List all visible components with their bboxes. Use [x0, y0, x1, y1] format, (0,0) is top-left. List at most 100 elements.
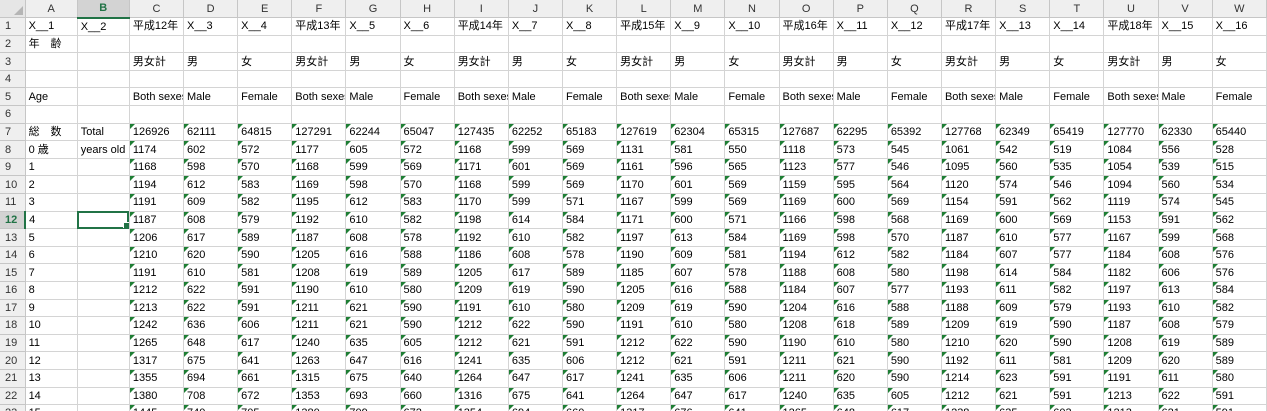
cell-q14[interactable]: 582 [887, 246, 942, 265]
cell-w7[interactable]: 65440 [1212, 123, 1267, 142]
cell-c17[interactable]: 1213 [129, 299, 184, 318]
cell-v4[interactable] [1158, 70, 1213, 89]
cell-w4[interactable] [1212, 70, 1267, 89]
cell-q11[interactable]: 569 [887, 193, 942, 212]
cell-j23[interactable]: 694 [508, 404, 563, 411]
cell-s11[interactable]: 591 [995, 193, 1051, 212]
cell-r3[interactable]: 男女計 [941, 52, 997, 71]
cell-k15[interactable]: 589 [562, 263, 618, 282]
cell-f14[interactable]: 1205 [291, 246, 347, 265]
cell-s20[interactable]: 611 [995, 351, 1051, 370]
column-header-i[interactable]: I [454, 0, 509, 19]
cell-d10[interactable]: 612 [183, 175, 239, 195]
column-header-k[interactable]: K [562, 0, 618, 19]
cell-d4[interactable] [183, 70, 239, 89]
cell-n18[interactable]: 580 [724, 316, 780, 335]
cell-m1[interactable]: X__9 [670, 17, 726, 36]
cell-t6[interactable] [1049, 105, 1105, 124]
cell-w11[interactable]: 545 [1212, 193, 1267, 212]
cell-b17[interactable] [77, 299, 130, 318]
cell-d17[interactable]: 622 [183, 299, 239, 318]
cell-k13[interactable]: 582 [562, 228, 618, 247]
cell-b6[interactable] [77, 105, 130, 124]
cell-b23[interactable] [77, 404, 130, 411]
cell-e10[interactable]: 583 [237, 175, 293, 195]
cell-d16[interactable]: 622 [183, 281, 239, 300]
row-header-10[interactable]: 10 [0, 175, 26, 195]
cell-e5[interactable]: Female [237, 87, 293, 107]
cell-b18[interactable] [77, 316, 130, 335]
cell-w17[interactable]: 582 [1212, 299, 1267, 318]
column-header-h[interactable]: H [400, 0, 455, 19]
cell-u10[interactable]: 1094 [1103, 175, 1159, 195]
cell-u23[interactable]: 1213 [1103, 404, 1159, 411]
cell-n17[interactable]: 590 [724, 299, 780, 318]
cell-i10[interactable]: 1168 [454, 175, 509, 195]
cell-h22[interactable]: 660 [400, 387, 455, 406]
column-header-t[interactable]: T [1049, 0, 1105, 19]
cell-l5[interactable]: Both sexes [616, 87, 672, 107]
row-header-11[interactable]: 11 [0, 193, 26, 212]
cell-k19[interactable]: 591 [562, 334, 618, 353]
cell-s10[interactable]: 574 [995, 175, 1051, 195]
cell-t17[interactable]: 579 [1049, 299, 1105, 318]
cell-h17[interactable]: 590 [400, 299, 455, 318]
row-header-4[interactable]: 4 [0, 70, 26, 89]
cell-t3[interactable]: 女 [1049, 52, 1105, 71]
cell-s15[interactable]: 614 [995, 263, 1051, 282]
cell-e22[interactable]: 672 [237, 387, 293, 406]
cell-m22[interactable]: 647 [670, 387, 726, 406]
cell-q12[interactable]: 568 [887, 211, 942, 230]
cell-g1[interactable]: X__5 [345, 17, 401, 36]
cell-c19[interactable]: 1265 [129, 334, 184, 353]
cell-h14[interactable]: 588 [400, 246, 455, 265]
cell-g2[interactable] [345, 35, 401, 54]
cell-k16[interactable]: 590 [562, 281, 618, 300]
cell-t11[interactable]: 562 [1049, 193, 1105, 212]
cell-m10[interactable]: 601 [670, 175, 726, 195]
cell-f5[interactable]: Both sexes [291, 87, 347, 107]
cell-s18[interactable]: 619 [995, 316, 1051, 335]
cell-r7[interactable]: 127768 [941, 123, 997, 142]
cell-l2[interactable] [616, 35, 672, 54]
cell-k14[interactable]: 578 [562, 246, 618, 265]
cell-w18[interactable]: 579 [1212, 316, 1267, 335]
cell-k11[interactable]: 571 [562, 193, 618, 212]
cell-g23[interactable]: 709 [345, 404, 401, 411]
cell-f2[interactable] [291, 35, 347, 54]
cell-f13[interactable]: 1187 [291, 228, 347, 247]
cell-d21[interactable]: 694 [183, 369, 239, 388]
cell-o21[interactable]: 1211 [779, 369, 834, 388]
cell-u1[interactable]: 平成18年 [1103, 17, 1159, 36]
cell-g10[interactable]: 598 [345, 175, 401, 195]
cell-u14[interactable]: 1184 [1103, 246, 1159, 265]
cell-e2[interactable] [237, 35, 293, 54]
cell-f1[interactable]: 平成13年 [291, 17, 347, 36]
cell-u3[interactable]: 男女計 [1103, 52, 1159, 71]
cell-e6[interactable] [237, 105, 293, 124]
cell-p23[interactable]: 648 [833, 404, 888, 411]
cell-a9[interactable]: 1 [25, 158, 78, 177]
cell-s6[interactable] [995, 105, 1051, 124]
cell-u6[interactable] [1103, 105, 1159, 124]
cell-h11[interactable]: 583 [400, 193, 455, 212]
cell-d19[interactable]: 648 [183, 334, 239, 353]
cell-o16[interactable]: 1184 [779, 281, 834, 300]
cell-r22[interactable]: 1212 [941, 387, 997, 406]
cell-r11[interactable]: 1154 [941, 193, 997, 212]
cell-w19[interactable]: 589 [1212, 334, 1267, 353]
cell-s14[interactable]: 607 [995, 246, 1051, 265]
cell-n2[interactable] [724, 35, 780, 54]
cell-h1[interactable]: X__6 [400, 17, 455, 36]
cell-k7[interactable]: 65183 [562, 123, 618, 142]
cell-f7[interactable]: 127291 [291, 123, 347, 142]
cell-h4[interactable] [400, 70, 455, 89]
cell-n12[interactable]: 571 [724, 211, 780, 230]
row-header-17[interactable]: 17 [0, 299, 26, 318]
cell-r4[interactable] [941, 70, 997, 89]
cell-u15[interactable]: 1182 [1103, 263, 1159, 282]
cell-c15[interactable]: 1191 [129, 263, 184, 282]
cell-c1[interactable]: 平成12年 [129, 17, 184, 36]
cell-f23[interactable]: 1380 [291, 404, 347, 411]
column-header-u[interactable]: U [1103, 0, 1159, 19]
